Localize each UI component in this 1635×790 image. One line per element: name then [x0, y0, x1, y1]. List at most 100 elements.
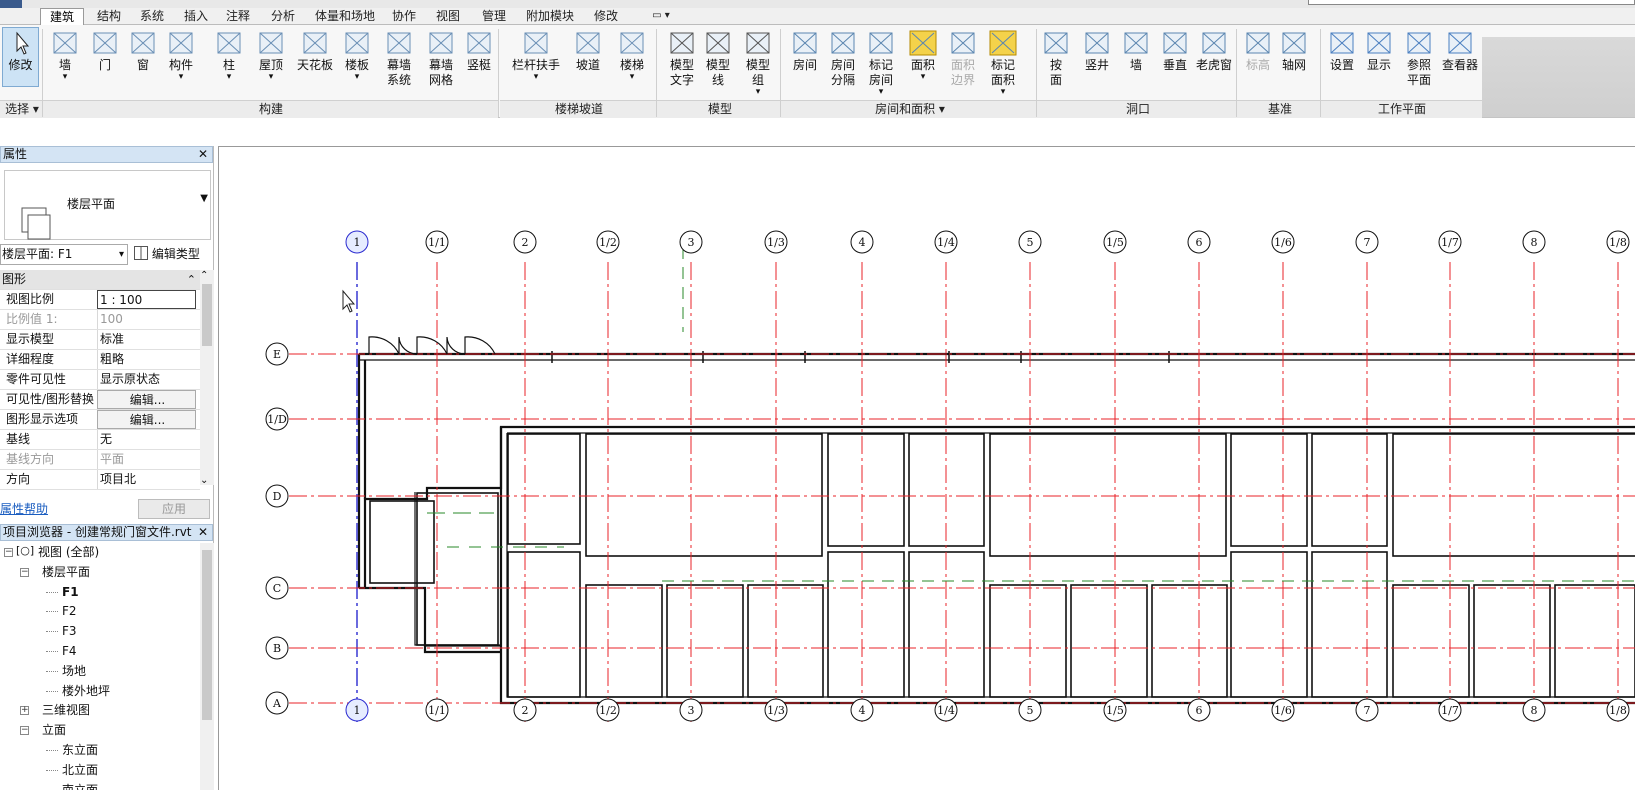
select-group-label[interactable]: 选择 ▾ [0, 100, 44, 118]
grid-bubble-top-1/6[interactable]: 1/6 [1271, 230, 1295, 254]
grid-bubble-bottom-7[interactable]: 7 [1355, 698, 1379, 722]
model-tool-1[interactable]: 模型 文字 [664, 28, 700, 88]
room-tool-5[interactable]: 面积 边界 [944, 28, 982, 88]
grid-bubble-top-1/5[interactable]: 1/5 [1103, 230, 1127, 254]
room-5[interactable] [989, 433, 1227, 557]
room-tool-6[interactable]: 标记 面积 ▾ [984, 28, 1022, 97]
tab-6[interactable]: 分析 [262, 8, 304, 25]
room-3[interactable] [827, 433, 905, 547]
room-15[interactable] [666, 584, 744, 698]
ribbon-options-icon[interactable]: ▭ ▾ [646, 8, 676, 25]
grid-bubble-top-1/4[interactable]: 1/4 [934, 230, 958, 254]
grid-bubble-top-1/2[interactable]: 1/2 [596, 230, 620, 254]
drawing-canvas[interactable]: 1 1 1/1 1/1 2 2 1/2 1/2 3 3 1/3 1/3 4 4 1/4 1/4 5 5 1/5 1/5… [218, 146, 1635, 790]
edit-button[interactable]: 编辑... [97, 410, 196, 429]
type-selector[interactable]: 楼层平面 ▼ [4, 170, 211, 240]
floor-plan-楼外地坪[interactable]: 楼外地坪 [62, 683, 110, 699]
grid-bubble-bottom-6[interactable]: 6 [1187, 698, 1211, 722]
grid-bubble-1/D[interactable]: 1/D [265, 407, 289, 431]
property-value[interactable]: 1 : 100 [97, 290, 196, 309]
collapse-icon[interactable]: − [20, 726, 29, 736]
grid-bubble-bottom-3[interactable]: 3 [679, 698, 703, 722]
room-9[interactable] [507, 551, 581, 698]
room-tool-1[interactable]: 房间 [786, 28, 824, 73]
door-2[interactable] [416, 336, 448, 355]
property-value[interactable]: 显示原状态 [97, 370, 196, 389]
properties-section-header[interactable]: 图形 ⌃ [0, 270, 200, 290]
room-20[interactable] [1392, 584, 1470, 698]
grid-bubble-bottom-4[interactable]: 4 [850, 698, 874, 722]
datum-tool-2[interactable]: 轴网 [1276, 28, 1312, 73]
grid-bubble-top-7[interactable]: 7 [1355, 230, 1379, 254]
chevron-down-icon[interactable]: ▼ [200, 193, 208, 204]
scroll-up-icon[interactable]: ⌃ [200, 270, 208, 281]
tab-3[interactable]: 系统 [132, 8, 172, 25]
tab-11[interactable]: 附加模块 [520, 8, 580, 25]
model-tool-3[interactable]: 模型 组 ▾ [740, 28, 776, 97]
floor-plan-drawing[interactable]: 1 1 1/1 1/1 2 2 1/2 1/2 3 3 1/3 1/3 4 4 1/4 1/4 5 5 1/5 1/5… [219, 147, 1635, 790]
opening-tool-3[interactable]: 墙 [1118, 28, 1154, 73]
room-22[interactable] [1554, 584, 1635, 698]
tab-1[interactable]: 建筑 [40, 8, 84, 25]
workplane-tool-2[interactable]: 显示 [1360, 28, 1398, 73]
grid-bubble-bottom-1/4[interactable]: 1/4 [934, 698, 958, 722]
modify-button[interactable]: 修改 [2, 27, 39, 87]
build-tool-4[interactable]: 构件 ▾ [162, 28, 200, 82]
close-icon[interactable]: ✕ [198, 525, 208, 540]
opening-tool-5[interactable]: 老虎窗 [1194, 28, 1234, 73]
workplane-tool-1[interactable]: 设置 [1324, 28, 1360, 73]
build-tool-8[interactable]: 楼板 ▾ [338, 28, 376, 82]
grid-bubble-bottom-1/6[interactable]: 1/6 [1271, 698, 1295, 722]
build-tool-1[interactable]: 墙 ▾ [46, 28, 84, 82]
expand-icon[interactable]: + [20, 706, 29, 716]
property-value[interactable]: 粗略 [97, 350, 196, 369]
opening-tool-1[interactable]: 按 面 [1038, 28, 1074, 88]
grid-bubble-top-3[interactable]: 3 [679, 230, 703, 254]
grid-bubble-bottom-1/7[interactable]: 1/7 [1438, 698, 1462, 722]
room-10[interactable] [827, 551, 905, 698]
close-icon[interactable]: ✕ [198, 147, 208, 162]
room-21[interactable] [1473, 584, 1551, 698]
workplane-tool-3[interactable]: 参照 平面 [1398, 28, 1440, 88]
room-2[interactable] [585, 433, 823, 557]
build-tool-10[interactable]: 幕墙 网格 [422, 28, 460, 88]
tab-5[interactable]: 注释 [218, 8, 258, 25]
grid-bubble-top-1/1[interactable]: 1/1 [425, 230, 449, 254]
room-23[interactable] [369, 500, 435, 584]
tab-8[interactable]: 协作 [384, 8, 424, 25]
grid-bubble-bottom-1/1[interactable]: 1/1 [425, 698, 449, 722]
grid-bubble-top-1[interactable]: 1 [345, 230, 369, 254]
room-14[interactable] [585, 584, 663, 698]
scroll-down-icon[interactable]: ⌄ [200, 475, 208, 486]
build-tool-3[interactable]: 窗 [124, 28, 162, 73]
grid-bubble-C[interactable]: C [265, 576, 289, 600]
model-tool-2[interactable]: 模型 线 [700, 28, 736, 88]
build-tool-7[interactable]: 天花板 [296, 28, 334, 73]
workplane-tool-4[interactable]: 查看器 [1440, 28, 1480, 73]
room-12[interactable] [1230, 551, 1308, 698]
grid-bubble-bottom-8[interactable]: 8 [1522, 698, 1546, 722]
edit-type-button[interactable]: 编辑类型 [134, 245, 214, 265]
grid-bubble-bottom-1/5[interactable]: 1/5 [1103, 698, 1127, 722]
tab-2[interactable]: 结构 [88, 8, 130, 25]
grid-bubble-E[interactable]: E [265, 342, 289, 366]
3d-views-node[interactable]: 三维视图 [42, 702, 90, 718]
room-8[interactable] [1392, 433, 1635, 557]
grid-bubble-top-6[interactable]: 6 [1187, 230, 1211, 254]
room-18[interactable] [1070, 584, 1148, 698]
properties-scroll-thumb[interactable] [202, 284, 212, 346]
room-7[interactable] [1311, 433, 1388, 547]
opening-tool-4[interactable]: 垂直 [1156, 28, 1194, 73]
grid-bubble-top-1/3[interactable]: 1/3 [764, 230, 788, 254]
collapse-icon[interactable]: ⌃ [187, 270, 196, 289]
grid-bubble-bottom-1/3[interactable]: 1/3 [764, 698, 788, 722]
grid-bubble-top-4[interactable]: 4 [850, 230, 874, 254]
door-swing[interactable] [398, 336, 418, 355]
grid-bubble-top-2[interactable]: 2 [513, 230, 537, 254]
grid-bubble-bottom-1/2[interactable]: 1/2 [596, 698, 620, 722]
stairs-tool-3[interactable]: 楼梯 ▾ [612, 28, 652, 82]
elevation-2[interactable]: 北立面 [62, 762, 98, 778]
browser-scroll-thumb[interactable] [202, 550, 212, 720]
instance-selector[interactable]: 楼层平面: F1 ▾ [0, 244, 128, 265]
floor-plan-F1[interactable]: F1 [62, 584, 79, 600]
